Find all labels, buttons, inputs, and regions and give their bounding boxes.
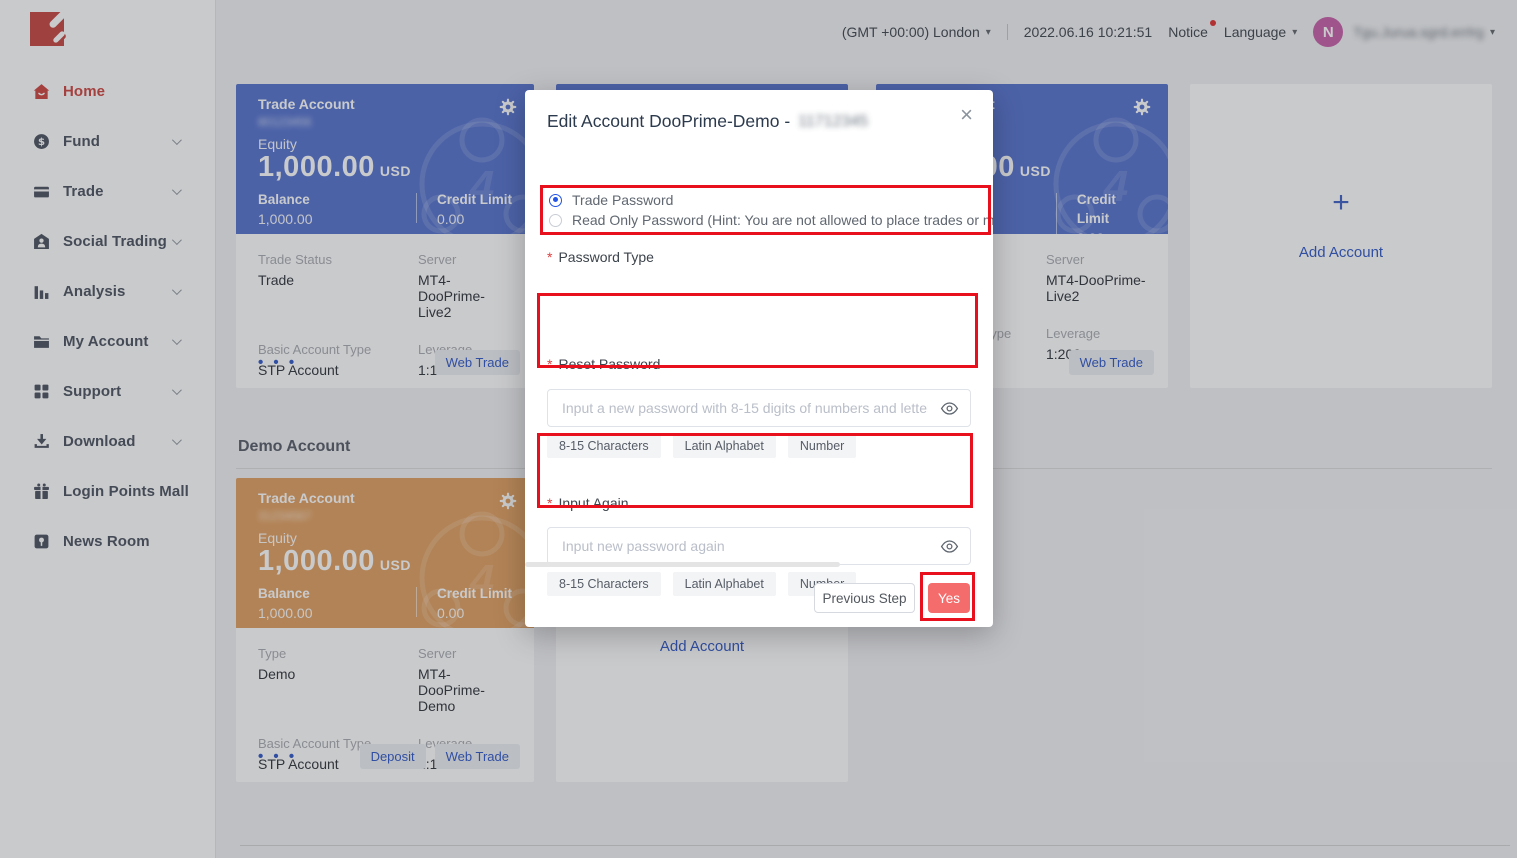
rule-tag: Latin Alphabet (673, 572, 776, 596)
required-asterisk: * (547, 495, 552, 511)
reset-password-label: *Reset Password (547, 356, 660, 372)
reset-password-field (547, 389, 971, 427)
modal-account-masked: 11712345 (798, 113, 868, 131)
eye-icon[interactable] (940, 399, 959, 418)
horizontal-scrollbar[interactable] (525, 562, 840, 567)
rule-tag: 8-15 Characters (547, 572, 661, 596)
password-rules-tags: 8-15 Characters Latin Alphabet Number (547, 434, 868, 458)
radio-selected-icon (549, 194, 562, 207)
radio-read-only-password[interactable]: Read Only Password (Hint: You are not al… (549, 210, 993, 230)
eye-icon[interactable] (940, 537, 959, 556)
radio-unselected-icon (549, 214, 562, 227)
yes-button[interactable]: Yes (928, 583, 970, 613)
radio-trade-password[interactable]: Trade Password (549, 190, 993, 210)
input-again-label: *Input Again (547, 495, 629, 511)
confirm-password-input[interactable] (547, 527, 971, 565)
close-icon[interactable]: × (960, 104, 973, 126)
modal-title: Edit Account DooPrime-Demo - 11712345 (547, 111, 868, 132)
password-type-radio-group: Trade Password Read Only Password (Hint:… (549, 190, 993, 230)
edit-account-modal: Edit Account DooPrime-Demo - 11712345 × … (525, 90, 993, 627)
reset-password-input[interactable] (547, 389, 971, 427)
password-type-label: *Password Type (547, 249, 654, 265)
required-asterisk: * (547, 356, 552, 372)
rule-tag: Number (788, 434, 856, 458)
required-asterisk: * (547, 249, 552, 265)
previous-step-button[interactable]: Previous Step (814, 583, 915, 613)
confirm-password-field (547, 527, 971, 565)
rule-tag: 8-15 Characters (547, 434, 661, 458)
rule-tag: Latin Alphabet (673, 434, 776, 458)
